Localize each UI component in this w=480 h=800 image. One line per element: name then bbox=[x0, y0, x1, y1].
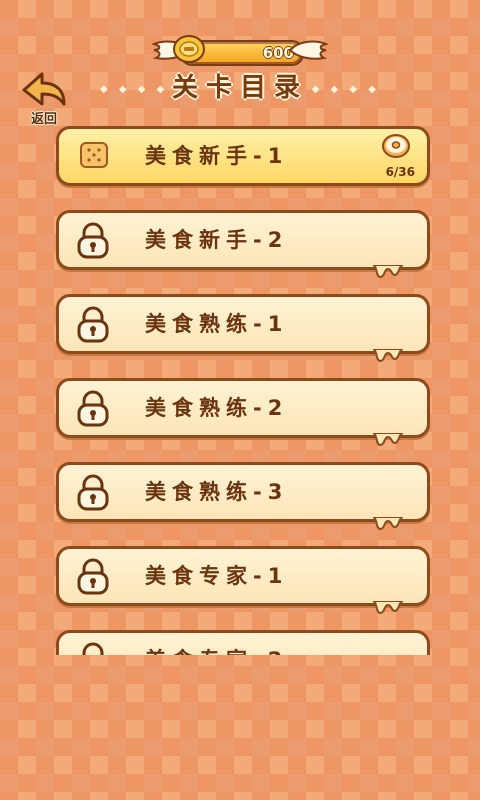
title-decoration-right: ◆ ◆ ◆ ◆ bbox=[311, 84, 380, 95]
page-title: 关卡目录 bbox=[171, 73, 308, 103]
level-item-3[interactable]: 美食熟练-1 bbox=[56, 294, 430, 363]
level-name: 美食专家-2 bbox=[145, 633, 288, 655]
lock-icon bbox=[77, 390, 109, 427]
level-name: 美食熟练-2 bbox=[145, 396, 289, 420]
right-wing-icon bbox=[288, 40, 328, 60]
level-name: 美食熟练-3 bbox=[145, 480, 289, 504]
level-item-2[interactable]: 美食新手-2 bbox=[56, 210, 430, 279]
drip-decoration bbox=[373, 265, 403, 279]
level-name: 美食专家-1 bbox=[145, 564, 289, 588]
lock-icon bbox=[77, 222, 109, 259]
lock-icon bbox=[77, 558, 109, 595]
level-name: 美食熟练-1 bbox=[145, 312, 289, 336]
level-item-7[interactable]: 美食专家-2 bbox=[56, 630, 430, 655]
lock-icon bbox=[82, 642, 104, 655]
drip-decoration bbox=[373, 601, 403, 615]
level-progress: 6/36 bbox=[385, 165, 415, 179]
top-bar: 返回 600 ◆ ◆ ◆ ◆ 关卡目录 ◆ ◆ ◆ ◆ bbox=[0, 0, 480, 130]
level-name: 美食新手-1 bbox=[145, 144, 289, 168]
coin-counter: 600 bbox=[152, 35, 328, 66]
level-item-4[interactable]: 美食熟练-2 bbox=[56, 378, 430, 447]
level-item-6[interactable]: 美食专家-1 bbox=[56, 546, 430, 615]
lock-icon bbox=[77, 306, 109, 343]
lock-icon bbox=[77, 474, 109, 511]
drip-decoration bbox=[373, 517, 403, 531]
coin-icon bbox=[173, 35, 205, 63]
donut-icon bbox=[382, 134, 410, 158]
level-item-5[interactable]: 美食熟练-3 bbox=[56, 462, 430, 531]
level-list[interactable]: 美食新手-1 6/36 美食新手-2 美食熟练-1 美食熟练-2 美食熟练-3 … bbox=[0, 120, 480, 655]
drip-decoration bbox=[373, 349, 403, 363]
drip-decoration bbox=[373, 433, 403, 447]
level-name: 美食新手-2 bbox=[145, 228, 289, 252]
biscuit-icon bbox=[80, 142, 108, 168]
level-item-1[interactable]: 美食新手-1 6/36 bbox=[56, 126, 430, 186]
